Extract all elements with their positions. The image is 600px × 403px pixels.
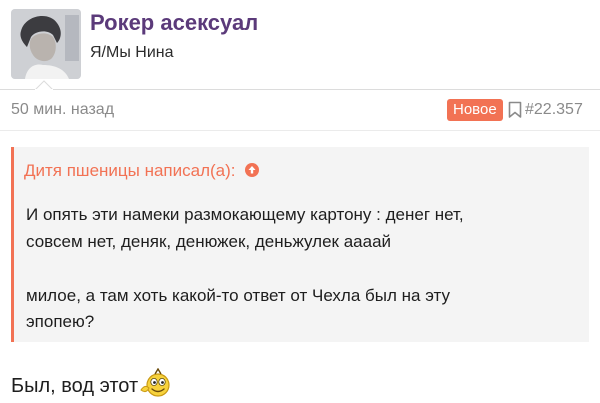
avatar-pointer — [35, 80, 53, 90]
quote-text-line: милое, а там хоть какой-то ответ от Чехл… — [26, 286, 450, 305]
quote-text-line: эпопею? — [26, 312, 95, 331]
arrow-up-circle-icon[interactable] — [244, 162, 260, 178]
reply-text: Был, вод этот — [11, 375, 139, 397]
smiley-icon — [140, 368, 170, 397]
author-name[interactable]: Рокер асексуал — [90, 10, 258, 36]
quote-text-line: И опять эти намеки размокающему картону … — [26, 205, 464, 224]
post-number[interactable]: #22.357 — [525, 100, 583, 120]
new-badge: Новое — [447, 99, 503, 121]
author-title: Я/Мы Нина — [90, 44, 174, 61]
quote-block: Дитя пшеницы написал(а): И опять эти нам… — [11, 147, 589, 342]
quote-author[interactable]: Дитя пшеницы написал(а): — [24, 161, 236, 180]
post-time[interactable]: 50 мин. назад — [11, 100, 114, 120]
quote-header: Дитя пшеницы написал(а): — [24, 160, 260, 182]
bookmark-icon[interactable] — [508, 101, 522, 119]
post-body: Был, вод этот — [11, 368, 173, 399]
post-meta-bar: 50 мин. назад Новое #22.357 — [0, 90, 600, 130]
avatar[interactable] — [11, 9, 81, 79]
divider — [0, 130, 600, 131]
post-header: Рокер асексуал Я/Мы Нина — [0, 0, 600, 88]
quote-text-line: совсем нет, деняк, денюжек, деньжулек аа… — [26, 232, 392, 251]
